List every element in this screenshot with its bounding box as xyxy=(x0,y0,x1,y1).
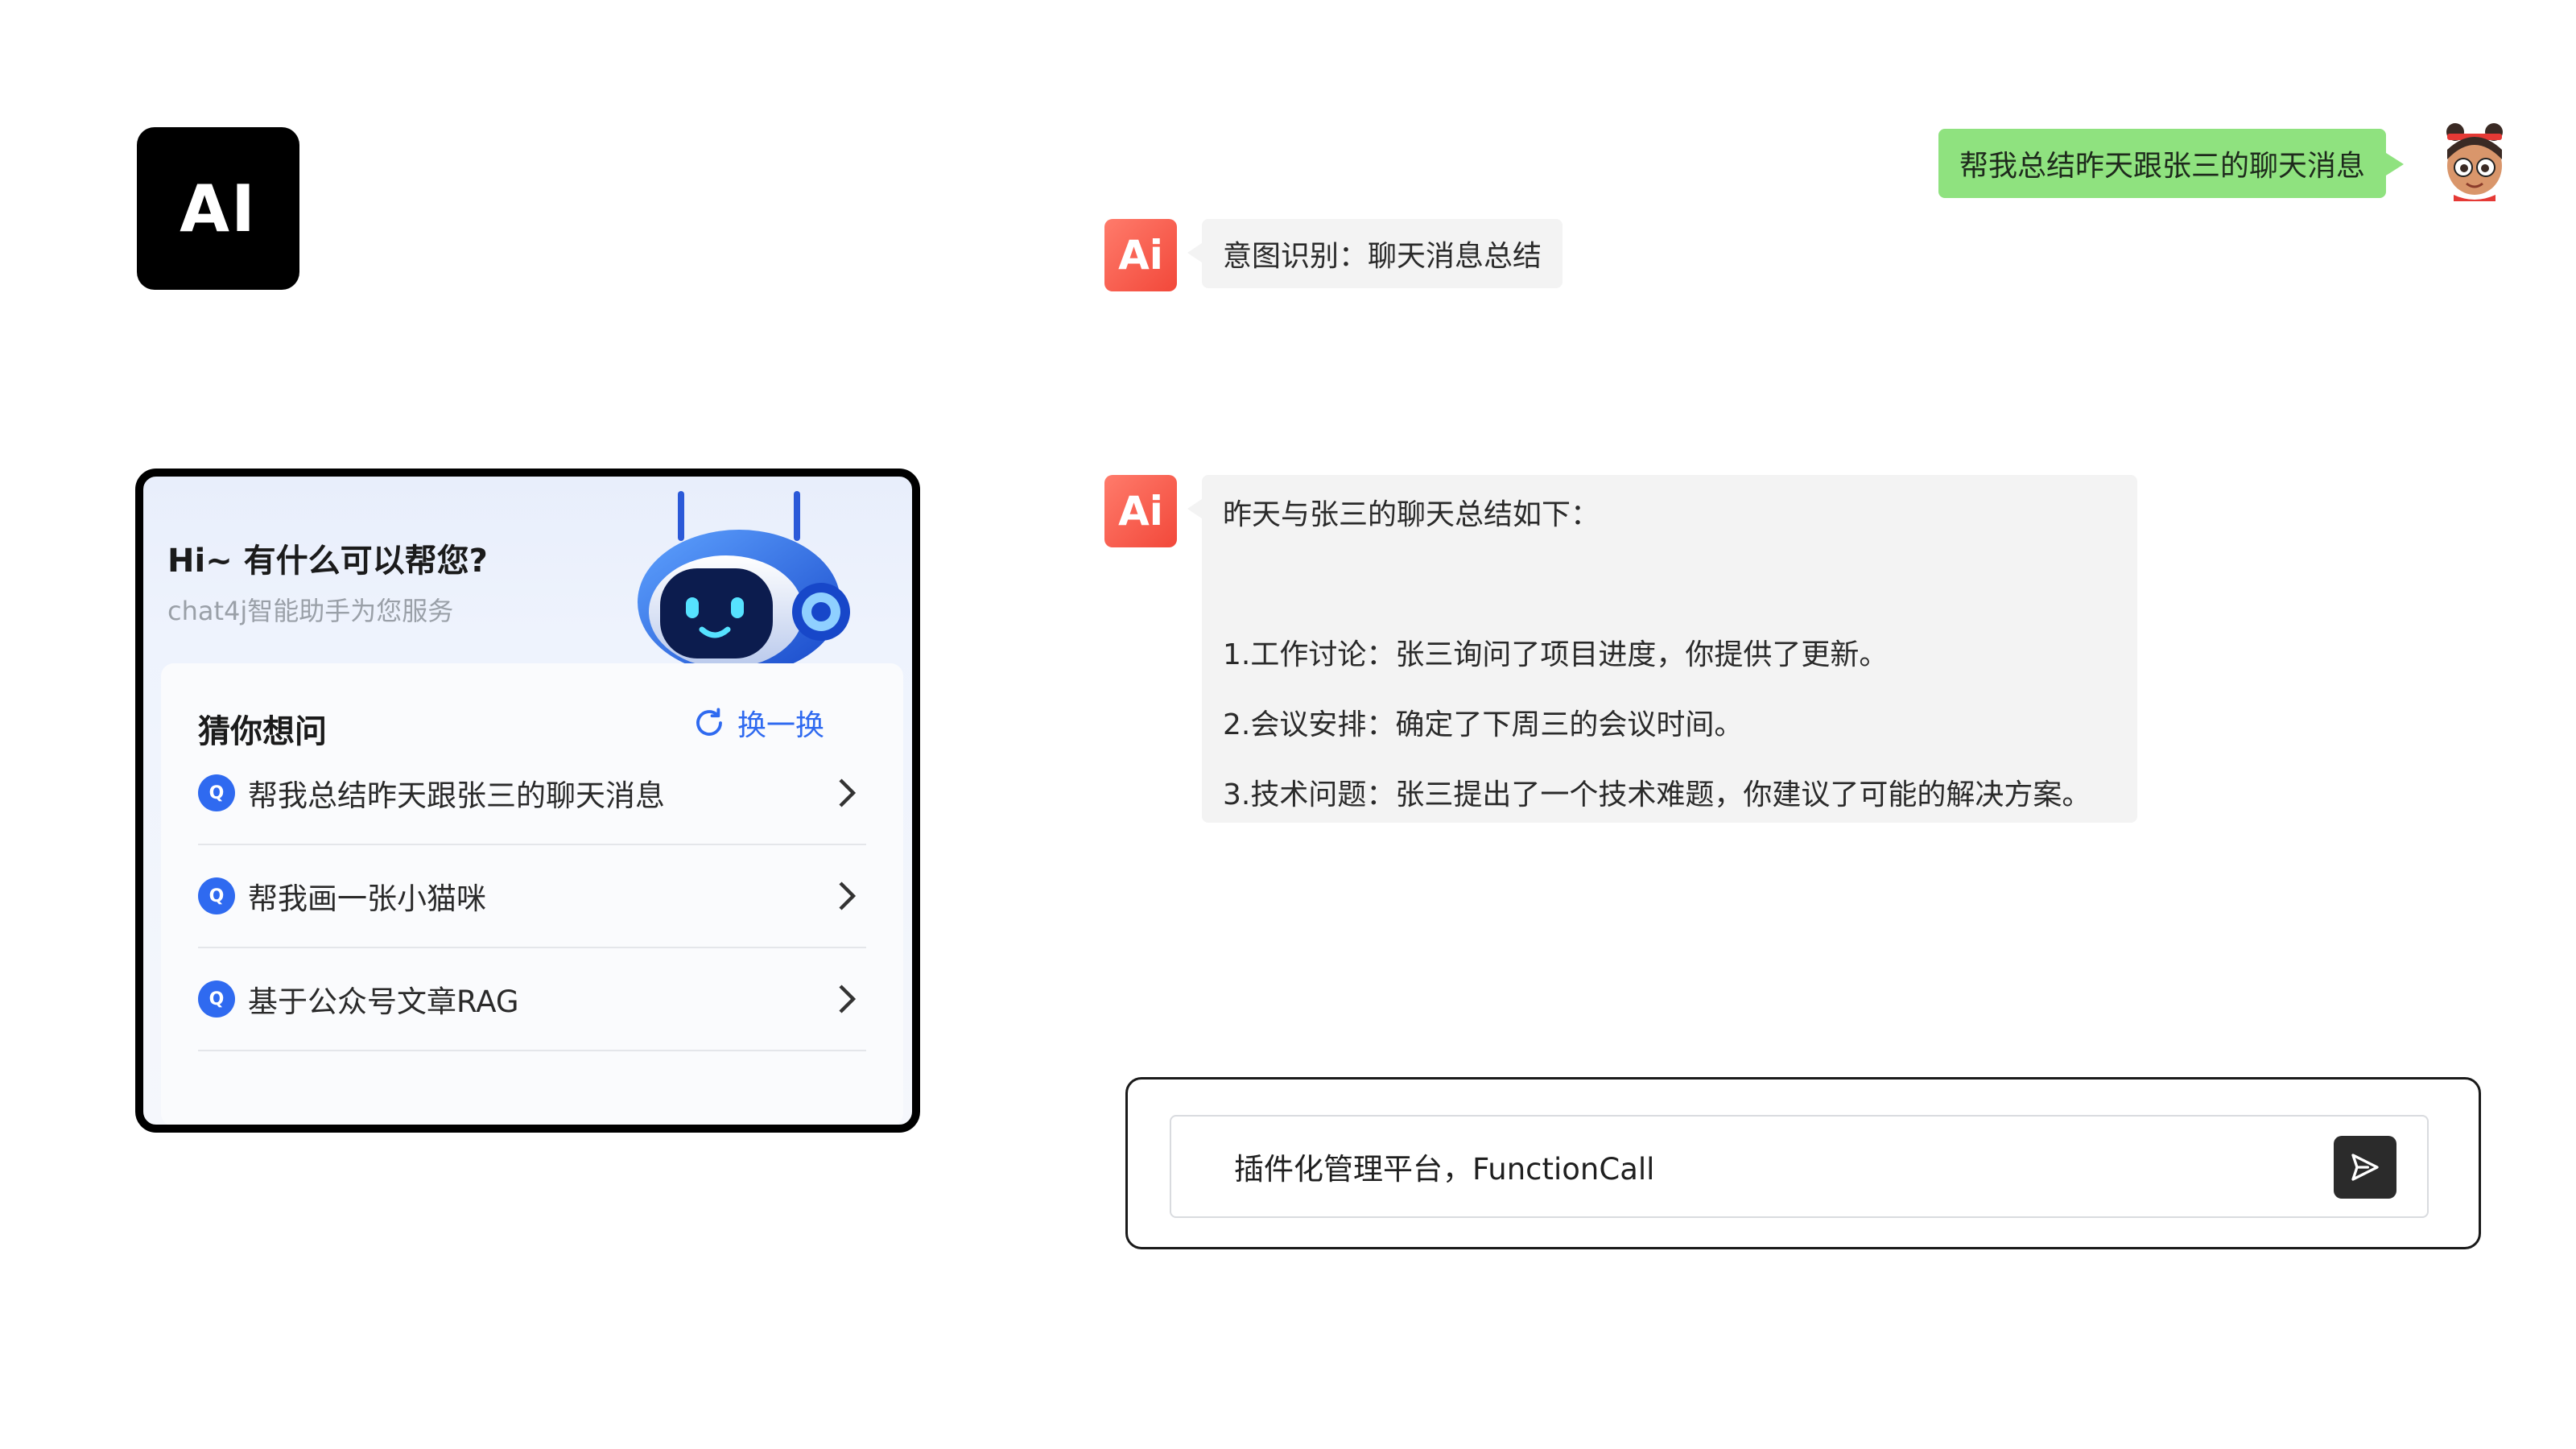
ai-avatar: Ai xyxy=(1104,219,1177,291)
chevron-right-icon xyxy=(839,985,857,1013)
refresh-button[interactable]: 换一换 xyxy=(692,702,824,744)
chat-input-box xyxy=(1170,1115,2429,1218)
chevron-right-icon xyxy=(839,778,857,807)
ai-avatar: Ai xyxy=(1104,475,1177,547)
assistant-card: Hi~ 有什么可以帮您? chat4j智能助手为您服务 猜你想问 换一换 Q 帮… xyxy=(135,469,920,1133)
chat-input[interactable] xyxy=(1232,1141,2282,1191)
summary-line: 3.技术问题：张三提出了一个技术难题，你建议了可能的解决方案。 xyxy=(1223,778,2091,811)
suggestion-label: 帮我画一张小猫咪 xyxy=(248,881,486,916)
refresh-icon xyxy=(696,708,722,736)
robot-icon xyxy=(638,491,850,675)
suggestion-item[interactable]: Q 帮我画一张小猫咪 xyxy=(198,845,866,948)
card-title: Hi~ 有什么可以帮您? xyxy=(167,543,488,580)
refresh-label: 换一换 xyxy=(737,709,825,742)
suggestion-label: 帮我总结昨天跟张三的聊天消息 xyxy=(248,778,665,813)
app-logo-text: AI xyxy=(180,171,257,246)
question-badge-icon: Q xyxy=(198,980,235,1018)
question-badge-icon: Q xyxy=(198,774,235,811)
app-logo: AI xyxy=(137,127,299,290)
question-badge-icon: Q xyxy=(198,877,235,914)
summary-line: 1.工作讨论：张三询问了项目进度，你提供了更新。 xyxy=(1223,638,1889,671)
chevron-right-icon xyxy=(839,881,857,910)
suggestion-label: 基于公众号文章RAG xyxy=(248,985,519,1019)
suggestion-item[interactable]: Q 基于公众号文章RAG xyxy=(198,948,866,1051)
user-message-bubble: 帮我总结昨天跟张三的聊天消息 xyxy=(1938,129,2405,198)
chat-input-container xyxy=(1125,1077,2481,1249)
suggestion-item[interactable]: Q 帮我总结昨天跟张三的聊天消息 xyxy=(198,742,866,845)
suggestion-panel: 猜你想问 换一换 Q 帮我总结昨天跟张三的聊天消息 Q 帮我画一张小猫咪 Q 基… xyxy=(161,663,903,1125)
summary-intro: 昨天与张三的聊天总结如下： xyxy=(1223,498,1600,531)
summary-line: 2.会议安排：确定了下周三的会议时间。 xyxy=(1223,708,1744,741)
summary-message-bubble: 昨天与张三的聊天总结如下： 1.工作讨论：张三询问了项目进度，你提供了更新。 2… xyxy=(1187,475,2137,823)
send-button[interactable] xyxy=(2334,1136,2396,1199)
card-subtitle: chat4j智能助手为您服务 xyxy=(167,596,454,626)
intent-message-bubble: 意图识别：聊天消息总结 xyxy=(1187,219,1563,288)
user-avatar-icon xyxy=(2446,123,2503,201)
send-icon xyxy=(2351,1154,2379,1181)
